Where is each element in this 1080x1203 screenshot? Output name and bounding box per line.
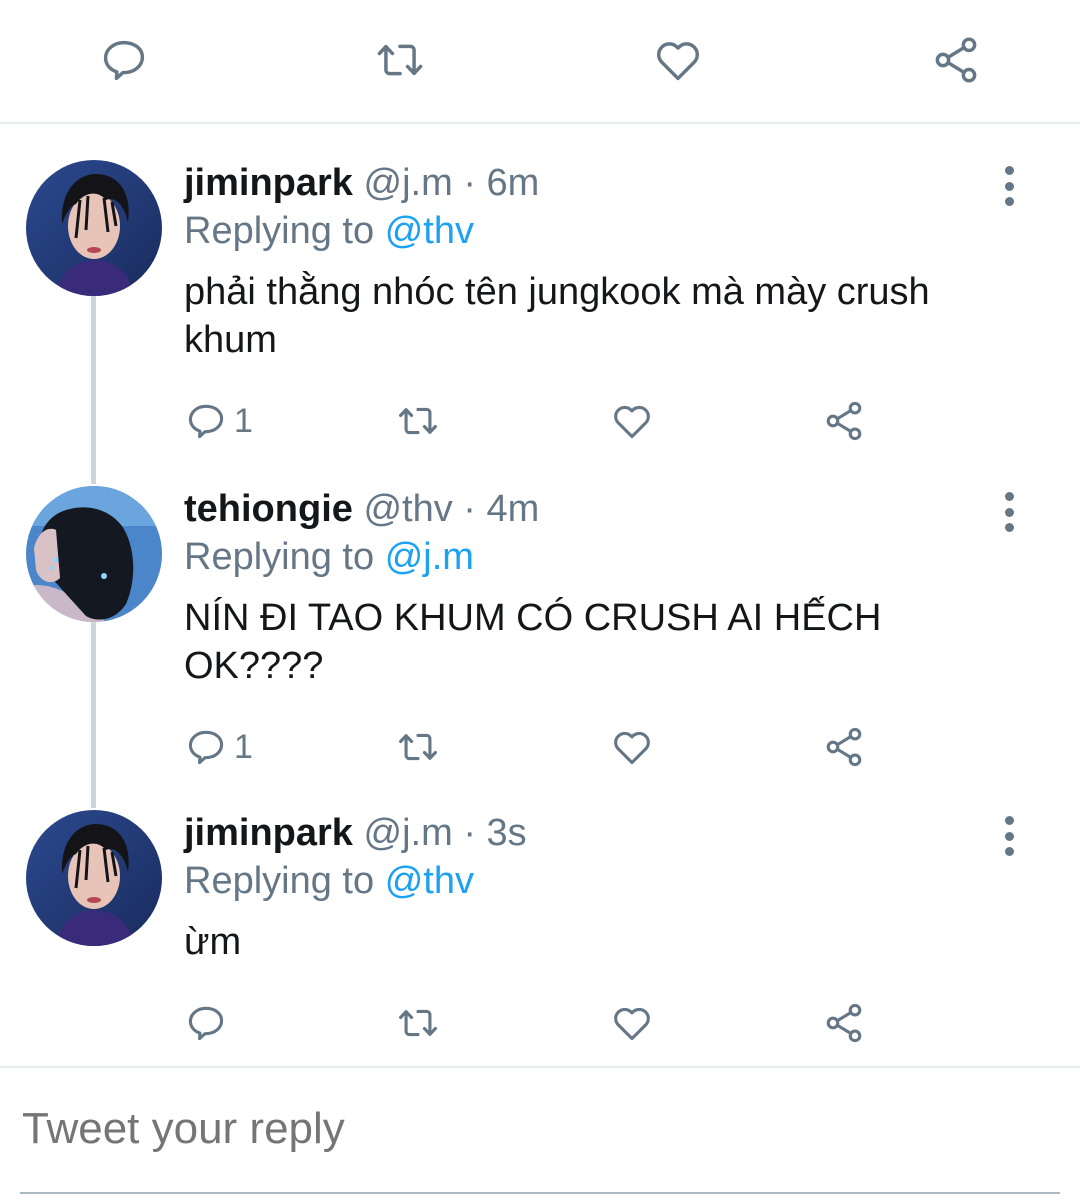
more-dot bbox=[1004, 181, 1014, 191]
share-button[interactable] bbox=[822, 396, 866, 446]
display-name[interactable]: jiminpark bbox=[184, 812, 353, 854]
share-icon bbox=[935, 37, 977, 83]
tweet-actions: 1 bbox=[184, 396, 884, 446]
retweet-icon bbox=[377, 44, 423, 76]
reply-button[interactable] bbox=[184, 998, 234, 1048]
handle[interactable]: @j.m bbox=[364, 812, 453, 854]
mention-link[interactable]: @j.m bbox=[385, 536, 474, 578]
retweet-icon bbox=[399, 407, 437, 435]
more-dot bbox=[1004, 831, 1014, 841]
meta-separator: · bbox=[463, 812, 476, 854]
retweet-button[interactable] bbox=[396, 396, 440, 446]
more-dot bbox=[1004, 492, 1014, 501]
mention-link[interactable]: @thv bbox=[385, 210, 474, 252]
reply-composer bbox=[0, 1066, 1080, 1203]
like-button[interactable] bbox=[610, 998, 654, 1048]
share-button[interactable] bbox=[822, 998, 866, 1048]
share-icon bbox=[826, 401, 862, 441]
jimin-avatar bbox=[26, 810, 162, 946]
tweet-header: tehiongie @thv · 4m bbox=[184, 486, 539, 532]
share-button[interactable] bbox=[926, 30, 986, 90]
tweet-text: phải thằng nhóc tên jungkook mà mày crus… bbox=[184, 271, 930, 361]
more-dot bbox=[1004, 523, 1014, 532]
display-name[interactable]: jiminpark bbox=[184, 162, 353, 204]
replying-to-line: Replying to @thv bbox=[184, 208, 474, 254]
tweet-header: jiminpark @j.m · 3s bbox=[184, 810, 527, 856]
like-button[interactable] bbox=[610, 396, 654, 446]
tweet-actions bbox=[184, 998, 884, 1048]
replying-prefix: Replying to bbox=[184, 536, 375, 578]
avatar[interactable] bbox=[26, 486, 162, 622]
input-underline bbox=[20, 1192, 1060, 1194]
replying-prefix: Replying to bbox=[184, 860, 375, 902]
retweet-button[interactable] bbox=[396, 722, 440, 772]
replying-prefix: Replying to bbox=[184, 210, 375, 252]
more-options-button[interactable] bbox=[996, 166, 1022, 206]
tweet-text: NÍN ĐI TAO KHUM CÓ CRUSH AI HẾCH OK???? bbox=[184, 597, 882, 687]
retweet-button[interactable] bbox=[370, 30, 430, 90]
share-button[interactable] bbox=[822, 722, 866, 772]
more-dot bbox=[1004, 197, 1014, 206]
mention-link[interactable]: @thv bbox=[385, 860, 474, 902]
jimin-avatar bbox=[26, 160, 162, 296]
reply-icon bbox=[188, 404, 224, 439]
retweet-button[interactable] bbox=[396, 998, 440, 1048]
handle[interactable]: @j.m bbox=[364, 162, 453, 204]
handle[interactable]: @thv bbox=[363, 488, 452, 530]
avatar[interactable] bbox=[26, 160, 162, 296]
taehyung-avatar bbox=[26, 486, 162, 622]
reply-tweet[interactable]: jiminpark @j.m · 6m Replying to @thv phả… bbox=[0, 160, 1080, 450]
like-icon bbox=[614, 405, 650, 439]
tweet-actions: 1 bbox=[184, 722, 884, 772]
share-icon bbox=[826, 1003, 862, 1043]
more-dot bbox=[1004, 847, 1014, 856]
reply-button[interactable] bbox=[94, 30, 154, 90]
more-options-button[interactable] bbox=[996, 816, 1022, 856]
retweet-icon bbox=[399, 733, 437, 761]
more-dot bbox=[1004, 816, 1014, 825]
like-icon bbox=[656, 42, 700, 81]
avatar[interactable] bbox=[26, 810, 162, 946]
retweet-icon bbox=[399, 1009, 437, 1037]
more-dot bbox=[1004, 507, 1014, 517]
like-button[interactable] bbox=[648, 30, 708, 90]
display-name[interactable]: tehiongie bbox=[184, 488, 353, 530]
reply-count: 1 bbox=[234, 401, 253, 440]
reply-count: 1 bbox=[234, 727, 253, 766]
timestamp[interactable]: 3s bbox=[487, 812, 527, 854]
meta-separator: · bbox=[463, 162, 476, 204]
meta-separator: · bbox=[463, 488, 476, 530]
tweet-header: jiminpark @j.m · 6m bbox=[184, 160, 539, 206]
reply-button[interactable]: 1 bbox=[184, 722, 253, 772]
like-icon bbox=[614, 731, 650, 765]
timestamp[interactable]: 4m bbox=[487, 488, 540, 530]
top-action-bar bbox=[0, 0, 1080, 124]
like-button[interactable] bbox=[610, 722, 654, 772]
reply-icon bbox=[188, 730, 224, 765]
more-dot bbox=[1004, 166, 1014, 175]
reply-icon bbox=[103, 40, 145, 81]
timestamp[interactable]: 6m bbox=[487, 162, 540, 204]
reply-button[interactable]: 1 bbox=[184, 396, 253, 446]
reply-tweet[interactable]: jiminpark @j.m · 3s Replying to @thv ừm bbox=[0, 810, 1080, 1060]
tweet-text: ừm bbox=[184, 921, 242, 963]
reply-input[interactable] bbox=[22, 1104, 1022, 1154]
like-icon bbox=[614, 1007, 650, 1041]
replying-to-line: Replying to @j.m bbox=[184, 534, 474, 580]
more-options-button[interactable] bbox=[996, 492, 1022, 532]
reply-icon bbox=[188, 1006, 224, 1041]
reply-tweet[interactable]: tehiongie @thv · 4m Replying to @j.m NÍN… bbox=[0, 486, 1080, 776]
share-icon bbox=[826, 727, 862, 767]
replying-to-line: Replying to @thv bbox=[184, 858, 474, 904]
